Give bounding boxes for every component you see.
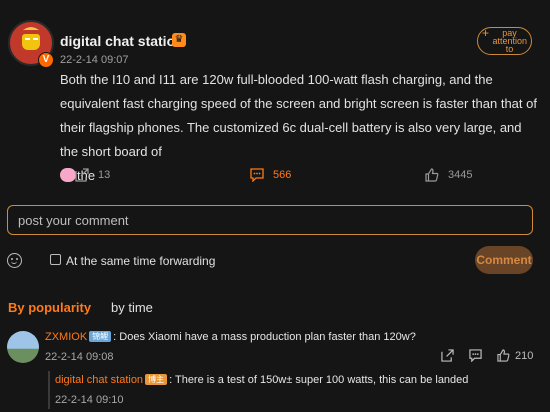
like-count: 3445 [448,169,473,181]
like-action[interactable]: 3445 [425,168,472,182]
commenter-avatar[interactable] [7,331,39,363]
fan-badge: 锦鲤 [89,331,112,342]
comment-like-button[interactable]: 210 [497,349,533,362]
reply-time: 22-2-14 09:10 [55,394,124,406]
comment-action[interactable]: 566 [250,168,291,182]
verified-badge: V [38,52,54,68]
tab-by-time[interactable]: by time [111,300,153,315]
reply-divider [48,371,50,409]
comment-count: 566 [273,169,292,181]
post-author[interactable]: digital chat station [60,33,184,49]
comment-text: ZXMIOK 锦鲤: Does Xiaomi have a mass produc… [45,331,416,343]
comment-icon [250,168,264,182]
share-icon [75,168,89,182]
comment-author[interactable]: ZXMIOK [45,331,87,343]
post-time: 22-2-14 09:07 [60,54,129,66]
follow-button[interactable]: + pay attention to [477,27,532,55]
forward-checkbox[interactable] [50,254,61,265]
plus-icon: + [482,26,490,40]
blogger-badge: 博主 [145,374,168,385]
comment-time: 22-2-14 09:08 [45,351,114,363]
comment-reply-button[interactable] [469,349,482,362]
thumbs-up-icon [497,349,510,362]
share-count: 13 [98,169,111,181]
share-action[interactable]: 13 [75,168,110,182]
reply-text: digital chat station 博主: There is a test … [55,374,469,386]
comment-icon [469,349,482,362]
thumbs-up-icon [425,168,439,182]
comment-share-button[interactable] [441,349,454,362]
forward-label: At the same time forwarding [66,254,216,268]
tab-by-popularity[interactable]: By popularity [8,300,91,315]
comment-input[interactable] [7,205,533,235]
pig-emoji-icon [60,168,76,182]
crown-icon: ♛ [172,33,186,47]
reply-author[interactable]: digital chat station [55,374,143,386]
comment-submit-button[interactable]: Comment [475,246,533,274]
share-icon [441,349,454,362]
emoji-icon[interactable] [7,253,22,268]
comment-like-count: 210 [515,349,534,362]
